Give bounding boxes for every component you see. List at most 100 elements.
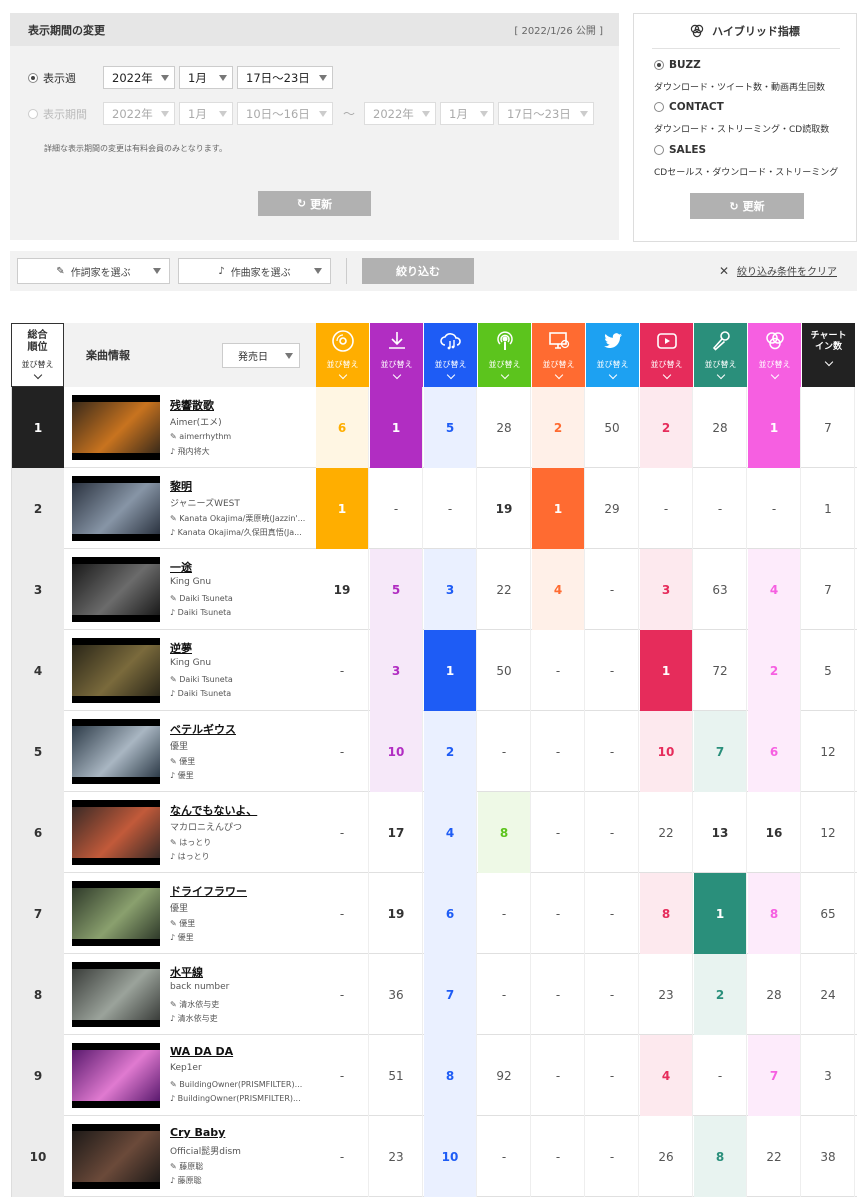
chevron-down-icon xyxy=(554,370,563,380)
pencil-icon: ✎ xyxy=(170,594,180,603)
clear-filter-link[interactable]: ✕ 絞り込み条件をクリア xyxy=(719,263,837,279)
score-pc: - xyxy=(532,1035,585,1116)
period-panel: 表示期間の変更 [ 2022/1/26 公開 ] 表示週 2022年 1月 17… xyxy=(10,13,619,240)
sales-radio[interactable] xyxy=(654,145,664,155)
chevron-down-icon xyxy=(219,110,227,117)
lyricist-select[interactable]: ✎ 作詞家を選ぶ xyxy=(17,258,170,284)
rank-header[interactable]: 総合順位 並び替え xyxy=(11,323,64,387)
video-thumbnail[interactable] xyxy=(72,638,160,703)
podcast-icon xyxy=(492,328,518,354)
sort-header-youtube[interactable]: 並び替え xyxy=(640,323,693,387)
lyricist-credit: ✎ 藤原聡 xyxy=(170,1162,204,1171)
score-twitter: - xyxy=(586,1035,639,1116)
song-info: WA DA DA Kep1er ✎ BuildingOwner(PRISMFILTE… xyxy=(64,1035,316,1116)
lyricist-credit: ✎ はっとり xyxy=(170,838,212,847)
range-from-year-select[interactable]: 2022年 xyxy=(103,102,175,125)
song-title-link[interactable]: なんでもないよ、 xyxy=(170,802,257,818)
video-thumbnail[interactable] xyxy=(72,557,160,622)
sort-header-cd[interactable]: 並び替え xyxy=(316,323,369,387)
range-radio[interactable] xyxy=(28,108,38,119)
note-icon: ♪ xyxy=(170,1094,178,1103)
song-title-link[interactable]: 一途 xyxy=(170,559,192,575)
range-from-day-select[interactable]: 10日〜16日 xyxy=(237,102,333,125)
pencil-icon: ✎ xyxy=(170,675,180,684)
video-thumbnail[interactable] xyxy=(72,719,160,784)
sort-header-chart[interactable]: チャートイン数 xyxy=(802,323,855,387)
video-thumbnail[interactable] xyxy=(72,476,160,541)
note-icon: ♪ xyxy=(170,608,178,617)
narrow-button[interactable]: 絞り込む xyxy=(362,258,474,284)
range-to-year-select[interactable]: 2022年 xyxy=(364,102,437,125)
score-podcast: 22 xyxy=(478,549,531,630)
song-title-link[interactable]: WA DA DA xyxy=(170,1045,233,1058)
rank-number: 9 xyxy=(11,1035,64,1116)
composer-select[interactable]: ♪ 作曲家を選ぶ xyxy=(178,258,331,284)
video-thumbnail[interactable] xyxy=(72,962,160,1027)
note-icon: ♪ xyxy=(170,771,178,780)
score-karaoke: 63 xyxy=(694,549,747,630)
song-title-link[interactable]: 逆夢 xyxy=(170,640,192,656)
chevron-down-icon xyxy=(285,353,293,359)
sort-header-streaming[interactable]: 並び替え xyxy=(424,323,477,387)
hybrid-option-sales[interactable]: SALES xyxy=(654,144,706,156)
song-title-link[interactable]: 黎明 xyxy=(170,478,192,494)
score-hybrid: 16 xyxy=(748,792,801,873)
release-date-select[interactable]: 発売日 xyxy=(222,343,300,368)
video-thumbnail[interactable] xyxy=(72,800,160,865)
video-thumbnail[interactable] xyxy=(72,881,160,946)
week-radio[interactable] xyxy=(28,72,38,83)
week-month-select[interactable]: 1月 xyxy=(179,66,233,89)
song-title-link[interactable]: 水平線 xyxy=(170,964,203,980)
hybrid-option-contact[interactable]: CONTACT xyxy=(654,101,724,113)
score-chart: 12 xyxy=(802,711,855,792)
chevron-down-icon xyxy=(580,110,589,117)
video-thumbnail[interactable] xyxy=(72,1043,160,1108)
score-chart: 3 xyxy=(802,1035,855,1116)
score-youtube: 22 xyxy=(640,792,693,873)
hybrid-option-buzz[interactable]: BUZZ xyxy=(654,59,701,71)
song-title-link[interactable]: 残響散歌 xyxy=(170,397,214,413)
score-hybrid: 6 xyxy=(748,711,801,792)
song-info: 一途 King Gnu ✎ Daiki Tsuneta ♪ Daiki Tsuneta xyxy=(64,549,316,630)
sort-header-twitter[interactable]: 並び替え xyxy=(586,323,639,387)
hybrid-update-button[interactable]: ↻ 更新 xyxy=(690,193,804,219)
video-thumbnail[interactable] xyxy=(72,395,160,460)
sort-header-pc[interactable]: 並び替え xyxy=(532,323,585,387)
score-twitter: - xyxy=(586,954,639,1035)
song-title-link[interactable]: Cry Baby xyxy=(170,1126,225,1139)
song-title-link[interactable]: ドライフラワー xyxy=(170,883,247,899)
rank-number: 10 xyxy=(11,1116,64,1197)
period-update-button[interactable]: ↻ 更新 xyxy=(258,191,371,216)
score-youtube: 26 xyxy=(640,1116,693,1197)
sort-header-hybrid[interactable]: 並び替え xyxy=(748,323,801,387)
composer-credit: ♪ Daiki Tsuneta xyxy=(170,689,232,698)
range-from-month-select[interactable]: 1月 xyxy=(179,102,233,125)
sales-desc: CDセールス・ダウンロード・ストリーミング xyxy=(654,168,839,178)
artist-name: King Gnu xyxy=(170,658,212,668)
range-to-month-select[interactable]: 1月 xyxy=(440,102,495,125)
composer-credit: ♪ BuildingOwner(PRISMFILTER)... xyxy=(170,1094,301,1103)
sort-header-podcast[interactable]: 並び替え xyxy=(478,323,531,387)
sort-header-download[interactable]: 並び替え xyxy=(370,323,423,387)
score-chart: 5 xyxy=(802,630,855,711)
buzz-radio[interactable] xyxy=(654,60,664,70)
week-year-select[interactable]: 2022年 xyxy=(103,66,175,89)
score-streaming: 4 xyxy=(424,792,477,873)
score-download: 10 xyxy=(370,711,423,792)
score-streaming: 7 xyxy=(424,954,477,1035)
score-cd: 6 xyxy=(316,387,369,468)
week-day-select[interactable]: 17日〜23日 xyxy=(237,66,333,89)
score-download: 36 xyxy=(370,954,423,1035)
filter-bar: ✎ 作詞家を選ぶ ♪ 作曲家を選ぶ 絞り込む ✕ 絞り込み条件をクリア xyxy=(10,251,857,291)
score-chart: 38 xyxy=(802,1116,855,1197)
range-to-day-select[interactable]: 17日〜23日 xyxy=(498,102,595,125)
sort-header-karaoke[interactable]: 並び替え xyxy=(694,323,747,387)
score-pc: - xyxy=(532,792,585,873)
song-title-link[interactable]: ベテルギウス xyxy=(170,721,236,737)
score-chart: 7 xyxy=(802,549,855,630)
score-podcast: - xyxy=(478,873,531,954)
contact-radio[interactable] xyxy=(654,102,664,112)
rank-number: 1 xyxy=(11,387,64,468)
artist-name: マカロニえんぴつ xyxy=(170,823,243,833)
video-thumbnail[interactable] xyxy=(72,1124,160,1189)
